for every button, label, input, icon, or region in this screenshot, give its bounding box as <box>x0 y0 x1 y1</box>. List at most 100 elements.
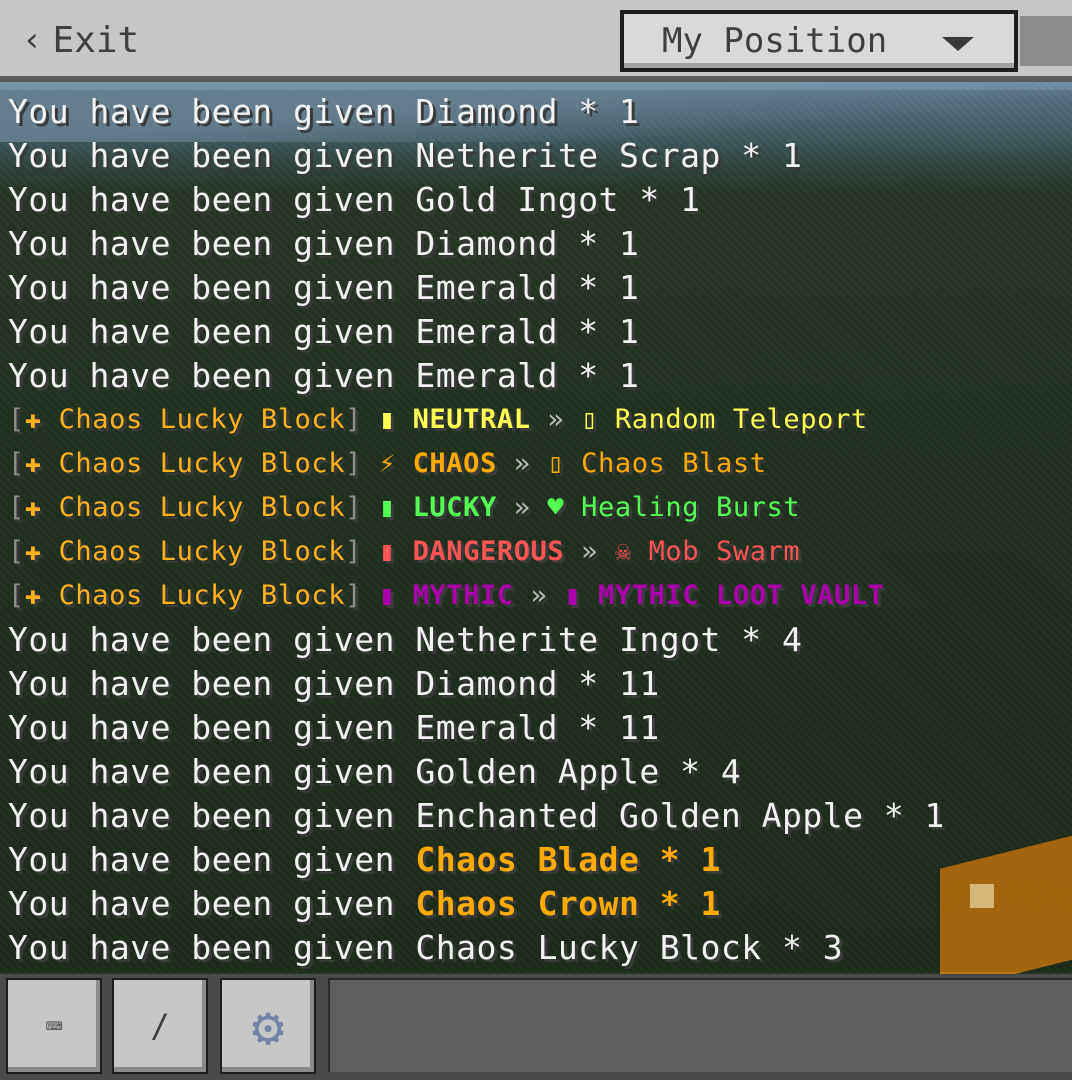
chat-line: You have been given Emerald * 11 <box>0 706 1072 750</box>
chat-line-amount: * 1 <box>557 92 640 131</box>
bracket-open: [ <box>8 448 25 479</box>
chat-line: You have been given Emerald * 1 <box>0 310 1072 354</box>
chat-line: [✚ Chaos Lucky Block] ▮ LUCKY » ♥ Healin… <box>0 486 1072 530</box>
category-marker-icon: ▮ <box>378 404 413 435</box>
bracket-close: ] <box>345 492 379 523</box>
chat-line-prefix: You have been given <box>8 136 416 175</box>
chat-line-item: Emerald <box>415 708 558 747</box>
position-dropdown-value: My Position <box>662 21 888 61</box>
chat-line: You have been given Enchanted Golden App… <box>0 794 1072 838</box>
gear-icon: ⚙ <box>251 994 285 1058</box>
chat-line-amount: * 1 <box>619 180 701 219</box>
bracket-close: ] <box>345 536 379 567</box>
chat-line-item: Diamond <box>415 224 558 263</box>
lucky-event: Healing Burst <box>581 492 801 523</box>
chat-line: You have been given Diamond * 11 <box>0 662 1072 706</box>
bracket-open: [ <box>8 536 25 567</box>
chat-line: You have been given Diamond * 1 <box>0 222 1072 266</box>
chat-line-prefix: You have been given <box>8 268 416 307</box>
lucky-block-source: Chaos Lucky Block <box>58 448 346 479</box>
chat-line-prefix: You have been given <box>8 356 416 395</box>
lucky-block-source: Chaos Lucky Block <box>58 404 346 435</box>
lucky-category: MYTHIC <box>412 580 514 611</box>
chat-line-prefix: You have been given <box>8 312 416 351</box>
chat-settings-button[interactable]: ⚙ <box>220 978 316 1074</box>
chat-line-amount: * 1 <box>557 268 640 307</box>
chat-line-amount: * 1 <box>863 796 945 835</box>
lucky-event: Chaos Blast <box>581 448 767 479</box>
chat-line-prefix: You have been given <box>8 224 416 263</box>
position-dropdown[interactable]: My Position <box>620 10 1018 72</box>
chat-line-item: Diamond <box>415 664 558 703</box>
sparkle-icon: ✚ <box>24 492 59 523</box>
separator: » <box>530 404 582 435</box>
chat-line-item: Enchanted Golden Apple <box>415 796 864 835</box>
sparkle-icon: ✚ <box>24 536 59 567</box>
chat-line-prefix: You have been given <box>8 884 416 923</box>
lucky-block-source: Chaos Lucky Block <box>58 536 346 567</box>
event-icon: ▮ <box>564 580 598 611</box>
chat-input[interactable] <box>328 978 1072 1072</box>
chat-line-amount: * 1 <box>557 224 640 263</box>
lucky-category: DANGEROUS <box>412 536 565 567</box>
chat-line-amount: * 1 <box>720 136 803 175</box>
chat-line: You have been given Netherite Ingot * 4 <box>0 618 1072 662</box>
keyboard-button[interactable]: ⌨ <box>6 978 102 1074</box>
category-marker-icon: ⚡ <box>378 448 413 479</box>
chat-line-special-item: Chaos Crown * 1 <box>415 884 721 923</box>
chat-line: [✚ Chaos Lucky Block] ⚡ CHAOS » ▯ Chaos … <box>0 442 1072 486</box>
bracket-open: [ <box>8 492 25 523</box>
lucky-category: CHAOS <box>412 448 497 479</box>
event-icon: ☠ <box>614 536 649 567</box>
slash-label: / <box>150 1007 170 1045</box>
lucky-event: MYTHIC LOOT VAULT <box>598 580 885 611</box>
chat-line: [✚ Chaos Lucky Block] ▮ MYTHIC » ▮ MYTHI… <box>0 574 1072 618</box>
chat-line-item: Emerald <box>415 312 558 351</box>
slash-command-button[interactable]: / <box>112 978 208 1074</box>
event-icon: ▯ <box>547 448 582 479</box>
chat-line-amount: * 11 <box>557 708 660 747</box>
chat-line-item: Netherite Ingot <box>415 620 721 659</box>
keyboard-icon: ⌨ <box>45 1009 63 1043</box>
sparkle-icon: ✚ <box>24 448 59 479</box>
lucky-category: LUCKY <box>412 492 497 523</box>
chat-line-amount: * 1 <box>557 356 640 395</box>
chat-line: [✚ Chaos Lucky Block] ▮ NEUTRAL » ▯ Rand… <box>0 398 1072 442</box>
lucky-event: Random Teleport <box>614 404 868 435</box>
event-icon: ▯ <box>581 404 615 435</box>
lucky-block-source: Chaos Lucky Block <box>58 492 346 523</box>
chat-line: You have been given Netherite Scrap * 1 <box>0 134 1072 178</box>
lucky-block-source: Chaos Lucky Block <box>58 580 346 611</box>
chat-line-item: Emerald <box>415 268 558 307</box>
chat-line-prefix: You have been given <box>8 180 416 219</box>
chat-line: You have been given Golden Apple * 4 <box>0 750 1072 794</box>
chat-line-amount: * 1 <box>557 312 640 351</box>
chat-line: You have been given Emerald * 1 <box>0 266 1072 310</box>
chat-line-item: Golden Apple <box>415 752 660 791</box>
chat-line-item: Gold Ingot <box>415 180 620 219</box>
chat-line-prefix: You have been given <box>8 928 416 967</box>
chat-line-prefix: You have been given <box>8 708 416 747</box>
separator: » <box>496 448 548 479</box>
chat-line-prefix: You have been given <box>8 840 416 879</box>
chat-line-special-item: Chaos Blade * 1 <box>415 840 721 879</box>
lucky-category: NEUTRAL <box>412 404 531 435</box>
event-icon: ♥ <box>547 492 582 523</box>
chat-line-amount: * 11 <box>557 664 660 703</box>
sparkle-icon: ✚ <box>24 404 59 435</box>
separator: » <box>496 492 548 523</box>
chat-line-item: Emerald <box>415 356 558 395</box>
chat-line-item: Netherite Scrap <box>415 136 721 175</box>
chat-line-amount: * 4 <box>720 620 803 659</box>
chat-line-prefix: You have been given <box>8 664 416 703</box>
bracket-close: ] <box>345 448 379 479</box>
separator: » <box>564 536 615 567</box>
chat-log[interactable]: You have been given Diamond * 1 You have … <box>0 90 1072 972</box>
category-marker-icon: ▮ <box>378 536 413 567</box>
bracket-close: ] <box>345 580 379 611</box>
chat-line-item: Chaos Lucky Block <box>415 928 762 967</box>
chat-line: You have been given Emerald * 1 <box>0 354 1072 398</box>
chevron-down-icon <box>942 37 974 51</box>
chat-line-amount: * 4 <box>659 752 742 791</box>
exit-button[interactable]: ‹ Exit <box>22 18 139 62</box>
